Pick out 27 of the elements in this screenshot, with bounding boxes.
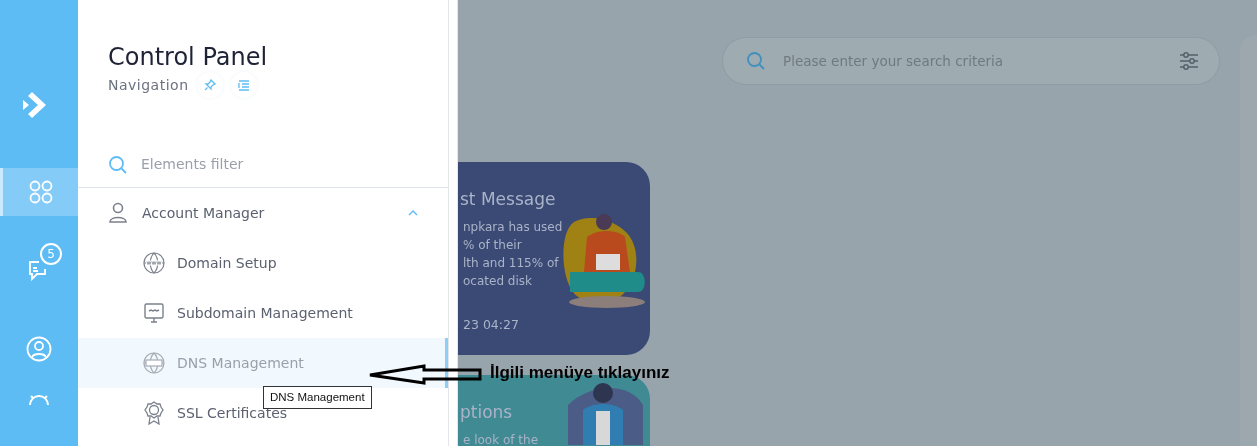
card-title: ptions — [460, 401, 514, 423]
list-icon — [237, 79, 250, 91]
notification-badge: 5 — [40, 243, 62, 266]
user-icon — [26, 335, 52, 362]
card-text: npkara has used % of their lth and 115% of ocated disk — [463, 219, 563, 290]
annotation-text: İlgili menüye tıklayınız — [490, 362, 670, 384]
pin-button[interactable] — [196, 72, 223, 98]
panel-title: Control Panel — [108, 42, 269, 72]
list-button[interactable] — [230, 72, 257, 98]
globe-icon — [143, 352, 165, 374]
search-icon — [109, 155, 127, 174]
pin-icon — [203, 79, 216, 91]
globe-icon — [143, 252, 165, 274]
apps-icon — [28, 180, 53, 205]
tooltip: DNS Management — [263, 386, 372, 410]
card-time: 23 04:27 — [463, 316, 520, 334]
card-text: e look of the — [463, 432, 539, 446]
search-icon — [747, 52, 765, 70]
filter-icon — [1179, 51, 1199, 71]
card-title: st Message — [460, 188, 557, 210]
user-icon — [108, 202, 128, 224]
rail-button[interactable] — [0, 168, 78, 217]
chevron-icon — [408, 210, 418, 216]
scrollbar[interactable] — [448, 0, 458, 446]
panel-subtitle: Navigation — [108, 75, 189, 95]
badge-icon — [143, 401, 165, 425]
monitor-icon — [143, 302, 165, 324]
